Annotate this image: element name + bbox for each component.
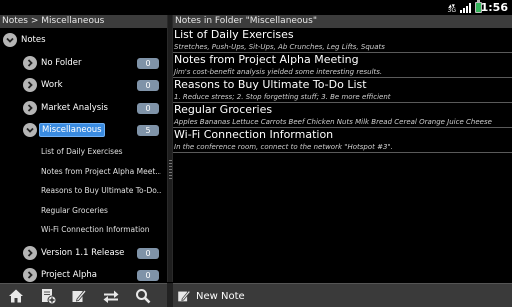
chevron-right-icon[interactable] bbox=[23, 56, 37, 70]
right-toolbar: New Note bbox=[173, 283, 512, 307]
count-badge: 0 bbox=[137, 270, 159, 281]
folder-version-1-1-release[interactable]: Version 1.1 Release 0 bbox=[0, 242, 167, 264]
note-title: Wi-Fi Connection Information bbox=[174, 128, 334, 141]
status-icons: ▲▼ 3G bbox=[447, 0, 482, 14]
count-badge: 5 bbox=[137, 125, 159, 136]
chevron-right-icon[interactable] bbox=[23, 246, 37, 260]
tree-root-label: Notes bbox=[21, 35, 46, 45]
note-preview: Stretches, Push-Ups, Sit-Ups, Ab Crunche… bbox=[174, 43, 385, 51]
tree-note-link[interactable]: Regular Groceries bbox=[41, 206, 161, 215]
chevron-down-icon[interactable] bbox=[23, 123, 37, 137]
note-title: Notes from Project Alpha Meeting bbox=[174, 53, 359, 66]
note-item[interactable]: Wi-Fi Connection Information In the conf… bbox=[173, 128, 512, 153]
folder-label: No Folder bbox=[41, 58, 82, 68]
left-toolbar bbox=[0, 283, 167, 307]
add-note-icon[interactable] bbox=[39, 287, 57, 305]
folder-tree: Notes No Folder 0 Work 0 Market Analysis… bbox=[0, 28, 167, 282]
note-item[interactable]: List of Daily Exercises Stretches, Push-… bbox=[173, 28, 512, 53]
chevron-right-icon[interactable] bbox=[23, 101, 37, 115]
notes-list: List of Daily Exercises Stretches, Push-… bbox=[173, 28, 512, 282]
tree-note-link[interactable]: Notes from Project Alpha Meet... bbox=[41, 167, 161, 176]
folder-work[interactable]: Work 0 bbox=[0, 74, 167, 96]
folder-project-alpha[interactable]: Project Alpha 0 bbox=[0, 264, 167, 282]
folder-no-folder[interactable]: No Folder 0 bbox=[0, 52, 167, 74]
chevron-right-icon[interactable] bbox=[23, 268, 37, 282]
note-item[interactable]: Notes from Project Alpha Meeting Jim's c… bbox=[173, 53, 512, 78]
search-icon[interactable] bbox=[134, 287, 152, 305]
count-badge: 0 bbox=[137, 248, 159, 259]
swap-arrows-icon[interactable] bbox=[102, 287, 120, 305]
note-preview: In the conference room, connect to the n… bbox=[174, 143, 393, 151]
note-preview: 1. Reduce stress; 2. Stop forgetting stu… bbox=[174, 93, 391, 101]
note-title: Reasons to Buy Ultimate To-Do List bbox=[174, 78, 367, 91]
chevron-down-icon[interactable] bbox=[3, 33, 17, 47]
tree-note-link[interactable]: List of Daily Exercises bbox=[41, 147, 161, 156]
folder-label: Work bbox=[41, 80, 63, 90]
drag-handle-icon[interactable] bbox=[169, 160, 172, 180]
note-item[interactable]: Reasons to Buy Ultimate To-Do List 1. Re… bbox=[173, 78, 512, 103]
folder-market-analysis[interactable]: Market Analysis 0 bbox=[0, 97, 167, 119]
new-note-button[interactable]: New Note bbox=[176, 287, 245, 305]
tree-root-notes[interactable]: Notes bbox=[0, 30, 167, 52]
new-note-icon bbox=[176, 288, 192, 304]
clock: 1:56 bbox=[480, 1, 508, 14]
folder-label-selected: Miscellaneous bbox=[39, 123, 105, 137]
network-indicator: ▲▼ 3G bbox=[447, 2, 456, 14]
tree-note-link[interactable]: Wi-Fi Connection Information bbox=[41, 225, 161, 234]
chevron-right-icon[interactable] bbox=[23, 78, 37, 92]
signal-icon bbox=[460, 2, 471, 13]
note-title: Regular Groceries bbox=[174, 103, 273, 116]
folder-label: Market Analysis bbox=[41, 103, 108, 113]
breadcrumb: Notes > Miscellaneous bbox=[0, 15, 167, 28]
tree-note-link[interactable]: Reasons to Buy Ultimate To-Do... bbox=[41, 186, 161, 195]
new-note-label: New Note bbox=[196, 290, 245, 302]
note-preview: Apples Bananas Lettuce Carrots Beef Chic… bbox=[174, 118, 492, 126]
note-item[interactable]: Regular Groceries Apples Bananas Lettuce… bbox=[173, 103, 512, 128]
edit-note-icon[interactable] bbox=[70, 287, 88, 305]
note-preview: Jim's cost-benefit analysis yielded some… bbox=[174, 68, 383, 76]
count-badge: 0 bbox=[137, 58, 159, 69]
status-bar: ▲▼ 3G 1:56 bbox=[0, 0, 512, 15]
count-badge: 0 bbox=[137, 103, 159, 114]
notes-list-title: Notes in Folder "Miscellaneous" bbox=[173, 15, 512, 28]
count-badge: 0 bbox=[137, 80, 159, 91]
note-title: List of Daily Exercises bbox=[174, 28, 294, 41]
folder-label: Project Alpha bbox=[41, 270, 97, 280]
folder-label: Version 1.1 Release bbox=[41, 248, 125, 258]
folder-miscellaneous[interactable]: Miscellaneous 5 bbox=[0, 119, 167, 141]
home-icon[interactable] bbox=[7, 287, 25, 305]
